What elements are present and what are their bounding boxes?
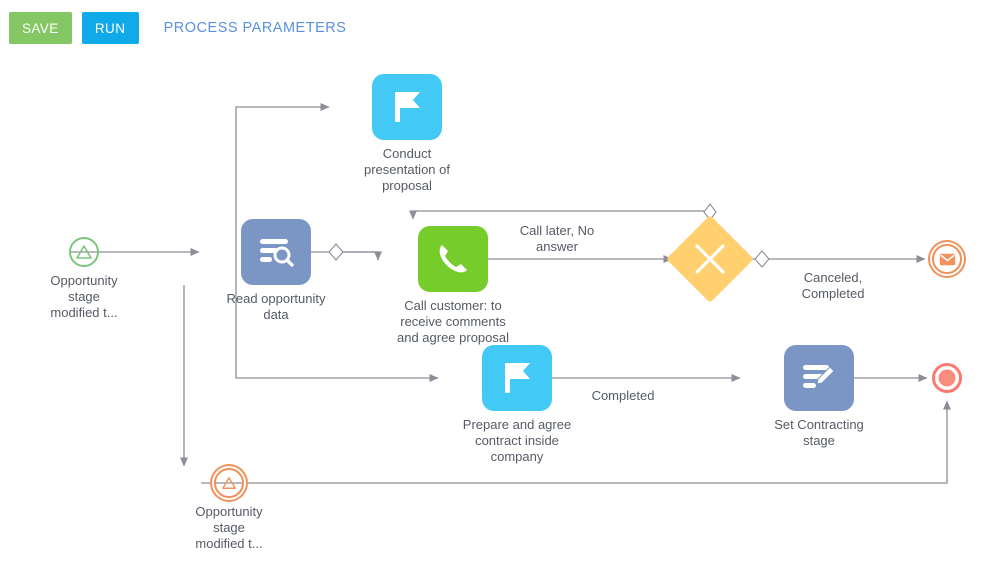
conduct-presentation-box[interactable] xyxy=(372,74,442,140)
run-button[interactable]: RUN xyxy=(81,12,139,44)
phone-icon xyxy=(439,245,467,273)
conduct-presentation-label: Conduct presentation of proposal xyxy=(363,146,450,193)
flag-icon xyxy=(395,92,420,122)
start-event-label: Opportunity stage modified t... xyxy=(50,273,118,320)
read-opportunity-data-box[interactable] xyxy=(241,219,311,285)
list-edit-icon xyxy=(803,365,835,388)
end-event-message-circle[interactable] xyxy=(932,244,962,274)
x-gateway-icon xyxy=(695,244,725,274)
node-end-event-message[interactable] xyxy=(932,244,962,274)
node-end-event-terminate[interactable] xyxy=(932,363,962,393)
node-intermediate-event[interactable]: Opportunity stage modified t... xyxy=(169,468,289,552)
prepare-contract-label: Prepare and agree contract inside compan… xyxy=(462,417,572,464)
node-conduct-presentation[interactable]: Conduct presentation of proposal xyxy=(332,74,482,194)
flow-label-call-later: Call later, No answer xyxy=(519,223,595,254)
toolbar: SAVE RUN PROCESS PARAMETERS xyxy=(0,0,999,56)
prepare-contract-box[interactable] xyxy=(482,345,552,411)
end-event-terminate-circle[interactable] xyxy=(932,363,962,393)
call-customer-box[interactable] xyxy=(418,226,488,292)
flag-icon xyxy=(505,363,530,393)
set-contracting-stage-box[interactable] xyxy=(784,345,854,411)
intermediate-event-circle[interactable] xyxy=(214,468,244,498)
node-exclusive-gateway[interactable] xyxy=(666,215,754,303)
envelope-icon xyxy=(939,253,955,265)
list-search-icon xyxy=(260,239,294,267)
gateway-right-handle xyxy=(754,250,770,268)
node-set-contracting-stage[interactable]: Set Contracting stage xyxy=(744,345,894,449)
node-start-event[interactable]: Opportunity stage modified t... xyxy=(24,237,144,321)
process-diagram-canvas[interactable]: Opportunity stage modified t... Read opp… xyxy=(0,56,999,576)
call-customer-label: Call customer: to receive comments and a… xyxy=(396,298,510,345)
flow-gateway-loop-to-call xyxy=(409,210,711,221)
flow-label-completed: Completed xyxy=(591,388,655,403)
intermediate-event-label: Opportunity stage modified t... xyxy=(195,504,263,551)
triangle-signal-icon xyxy=(76,245,92,259)
save-button[interactable]: SAVE xyxy=(9,12,72,44)
set-contracting-stage-label: Set Contracting stage xyxy=(774,417,864,448)
node-prepare-contract[interactable]: Prepare and agree contract inside compan… xyxy=(442,345,592,465)
flow-label-canceled-completed: Canceled, Completed xyxy=(801,270,865,301)
triangle-signal-icon xyxy=(222,477,236,489)
filled-circle-icon xyxy=(938,369,956,387)
start-event-circle[interactable] xyxy=(69,237,99,267)
node-read-opportunity-data[interactable]: Read opportunity data xyxy=(201,219,351,323)
process-parameters-link[interactable]: PROCESS PARAMETERS xyxy=(164,20,347,36)
flow-read-to-conduct xyxy=(235,103,330,219)
read-opportunity-data-label: Read opportunity data xyxy=(226,291,326,322)
